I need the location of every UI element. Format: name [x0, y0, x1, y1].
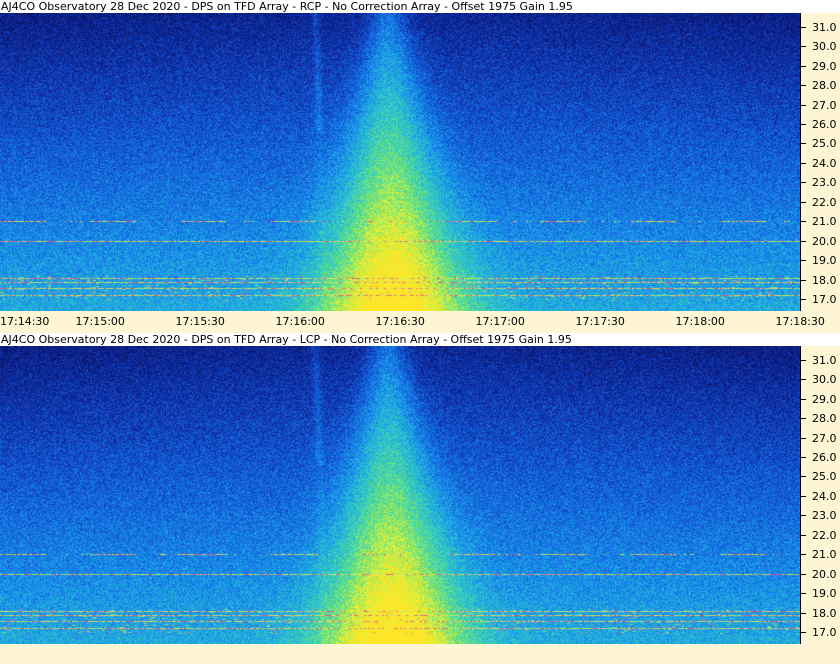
frequency-axis-lcp: 31.0 30.0 29.0 28.0 27.0 26.0 25.0 24.0 23.0 22.0… — [800, 346, 840, 644]
y-tick-label: 20.0 — [812, 234, 837, 248]
y-tick-label: 23.0 — [812, 509, 837, 523]
spectrogram-rcp[interactable] — [0, 13, 800, 311]
x-tick-label: 17:15:30 — [175, 315, 225, 328]
bottom-axis-strip — [0, 644, 840, 664]
y-tick-label: 31.0 — [812, 353, 837, 367]
y-tick-label: 26.0 — [812, 118, 837, 132]
y-tick-label: 29.0 — [812, 59, 837, 73]
y-tick — [801, 85, 806, 87]
y-tick-label: 28.0 — [812, 79, 837, 93]
x-tick-label: 17:17:00 — [475, 315, 525, 328]
y-tick — [801, 221, 806, 223]
y-tick-label: 31.0 — [812, 20, 837, 34]
spectrogram-lcp[interactable] — [0, 346, 800, 644]
y-tick — [801, 495, 806, 497]
y-tick — [801, 201, 806, 203]
x-tick-label: 17:17:30 — [575, 315, 625, 328]
y-tick-label: 30.0 — [812, 40, 837, 54]
x-tick-label: 17:16:00 — [275, 315, 325, 328]
panel-title-rcp: AJ4CO Observatory 28 Dec 2020 - DPS on T… — [0, 0, 840, 13]
y-tick — [801, 573, 806, 575]
y-tick-label: 25.0 — [812, 470, 837, 484]
y-tick-label: 27.0 — [812, 431, 837, 445]
y-tick — [801, 124, 806, 126]
y-tick — [801, 104, 806, 106]
y-tick — [801, 359, 806, 361]
y-tick-label: 20.0 — [812, 567, 837, 581]
y-tick-label: 19.0 — [812, 254, 837, 268]
y-tick-label: 21.0 — [812, 548, 837, 562]
y-tick-label: 24.0 — [812, 156, 837, 170]
y-tick — [801, 632, 806, 634]
y-tick-label: 27.0 — [812, 98, 837, 112]
y-tick — [801, 143, 806, 145]
y-tick — [801, 418, 806, 420]
x-tick-label: 17:14:30 — [0, 315, 50, 328]
x-tick-label: 17:15:00 — [75, 315, 125, 328]
spectrogram-rcp-canvas — [0, 13, 800, 311]
y-tick — [801, 46, 806, 48]
y-tick-label: 26.0 — [812, 451, 837, 465]
x-tick-label: 17:18:00 — [675, 315, 725, 328]
y-tick — [801, 515, 806, 517]
spectrogram-lcp-canvas — [0, 346, 800, 644]
y-tick-label: 19.0 — [812, 587, 837, 601]
y-tick — [801, 612, 806, 614]
y-tick — [801, 162, 806, 164]
y-tick — [801, 379, 806, 381]
y-tick — [801, 554, 806, 556]
y-tick — [801, 279, 806, 281]
y-tick-label: 25.0 — [812, 137, 837, 151]
y-tick-label: 17.0 — [812, 626, 837, 640]
x-tick-label: 17:18:30 — [775, 315, 825, 328]
y-tick — [801, 593, 806, 595]
y-tick-label: 30.0 — [812, 373, 837, 387]
panel-title-lcp: AJ4CO Observatory 28 Dec 2020 - DPS on T… — [0, 333, 840, 346]
y-tick-label: 18.0 — [812, 606, 837, 620]
y-tick — [801, 437, 806, 439]
x-tick-label: 17:16:30 — [375, 315, 425, 328]
y-tick-label: 22.0 — [812, 528, 837, 542]
y-tick — [801, 65, 806, 67]
y-tick-label: 22.0 — [812, 195, 837, 209]
y-tick — [801, 398, 806, 400]
y-tick-label: 23.0 — [812, 176, 837, 190]
y-tick — [801, 457, 806, 459]
y-tick — [801, 26, 806, 28]
y-tick — [801, 534, 806, 536]
time-axis: 17:14:30 17:15:00 17:15:30 17:16:00 17:16:30… — [0, 311, 840, 331]
frequency-axis-rcp: 31.0 30.0 29.0 28.0 27.0 26.0 25.0 24.0 23.0 22.0… — [800, 13, 840, 311]
y-tick — [801, 260, 806, 262]
y-tick-label: 29.0 — [812, 392, 837, 406]
y-tick — [801, 476, 806, 478]
y-tick — [801, 182, 806, 184]
y-tick-label: 17.0 — [812, 293, 837, 307]
y-tick-label: 28.0 — [812, 412, 837, 426]
y-tick-label: 21.0 — [812, 215, 837, 229]
y-tick — [801, 299, 806, 301]
y-tick — [801, 240, 806, 242]
y-tick-label: 18.0 — [812, 273, 837, 287]
y-tick-label: 24.0 — [812, 489, 837, 503]
